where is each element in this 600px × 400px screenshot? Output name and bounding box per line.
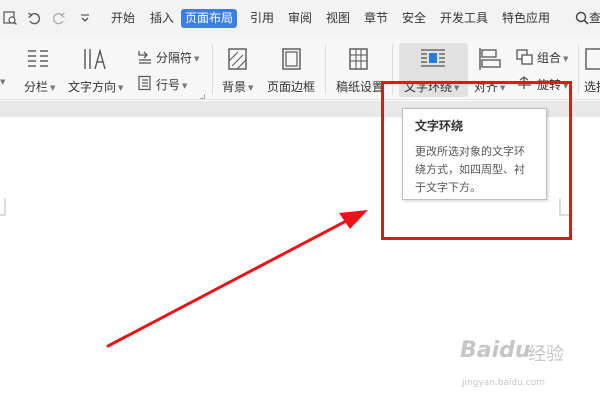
text-direction-button[interactable]: 文字方向 ▼ <box>68 78 123 95</box>
line-number-icon <box>137 75 153 94</box>
dropdown-arrow-icon: ▼ <box>194 55 200 63</box>
menu-tab-page-layout[interactable]: 页面布局 <box>181 9 238 28</box>
page-border-button[interactable]: 页面边框 <box>267 78 315 95</box>
text-direction-label: 文字方向 <box>68 80 117 94</box>
columns-button[interactable]: 分栏 ▼ <box>24 78 55 95</box>
watermark-brand-cn: 经验 <box>528 344 564 365</box>
menu-tab-review[interactable]: 审阅 <box>288 9 312 28</box>
menu-tab-insert[interactable]: 插入 <box>150 9 174 28</box>
quick-access-dropdown-icon[interactable] <box>78 10 92 26</box>
watermark-brand: Baidu <box>460 338 531 363</box>
page-corner-mark-left <box>0 198 6 216</box>
group-icon <box>516 49 533 68</box>
background-label: 背景 <box>222 80 247 94</box>
dropdown-arrow-icon: ▼ <box>50 84 56 92</box>
search-icon[interactable] <box>574 10 590 26</box>
dropdown-arrow-icon[interactable]: ▼ <box>0 78 5 86</box>
page-border-icon <box>281 47 303 74</box>
text-wrap-icon <box>420 48 446 71</box>
search-label[interactable]: 查 <box>589 9 600 28</box>
dropdown-arrow-icon: ▼ <box>118 84 124 92</box>
separator-button[interactable]: 分隔符 ▼ <box>156 49 199 66</box>
dropdown-arrow-icon: ▼ <box>182 82 188 90</box>
menu-bar: 开始 插入 页面布局 引用 审阅 视图 章节 安全 开发工具 特色应用 查 <box>0 0 600 36</box>
ribbon-separator <box>325 44 326 94</box>
ribbon-separator <box>212 44 213 94</box>
baidu-jingyan-watermark: Baidu 经验 jingyan.baidu.com <box>458 338 578 398</box>
menu-tab-developer[interactable]: 开发工具 <box>440 9 488 28</box>
redo-icon[interactable] <box>51 10 67 26</box>
separator-label: 分隔符 <box>156 51 193 65</box>
menu-tab-features[interactable]: 特色应用 <box>502 9 550 28</box>
columns-label: 分栏 <box>24 80 49 94</box>
menu-tab-view[interactable]: 视图 <box>326 9 350 28</box>
text-direction-icon <box>82 47 108 74</box>
group-label: 组合 <box>537 51 562 65</box>
ribbon-separator <box>578 44 579 94</box>
menu-tab-section[interactable]: 章节 <box>364 9 388 28</box>
menu-tab-references[interactable]: 引用 <box>250 9 274 28</box>
background-icon <box>227 47 249 74</box>
undo-icon[interactable] <box>26 10 42 26</box>
columns-icon <box>26 48 50 73</box>
background-button[interactable]: 背景 ▼ <box>222 78 253 95</box>
select-button[interactable]: 选择 <box>584 78 600 95</box>
red-highlight-box <box>381 81 572 240</box>
watermark-url: jingyan.baidu.com <box>462 378 546 388</box>
group-button[interactable]: 组合 ▼ <box>537 49 568 66</box>
line-number-label: 行号 <box>156 78 181 92</box>
select-icon <box>584 47 600 74</box>
dropdown-arrow-icon: ▼ <box>563 55 569 63</box>
separator-icon <box>137 49 153 68</box>
line-number-button[interactable]: 行号 ▼ <box>156 76 187 93</box>
manuscript-grid-icon <box>348 47 370 74</box>
menu-tab-security[interactable]: 安全 <box>402 9 426 28</box>
print-preview-icon[interactable] <box>2 10 18 26</box>
align-icon <box>478 47 502 74</box>
manuscript-settings-button[interactable]: 稿纸设置 <box>336 78 384 95</box>
dropdown-arrow-icon: ▼ <box>248 84 254 92</box>
dialog-launcher-icon[interactable] <box>200 94 205 99</box>
menu-tab-start[interactable]: 开始 <box>111 9 135 28</box>
